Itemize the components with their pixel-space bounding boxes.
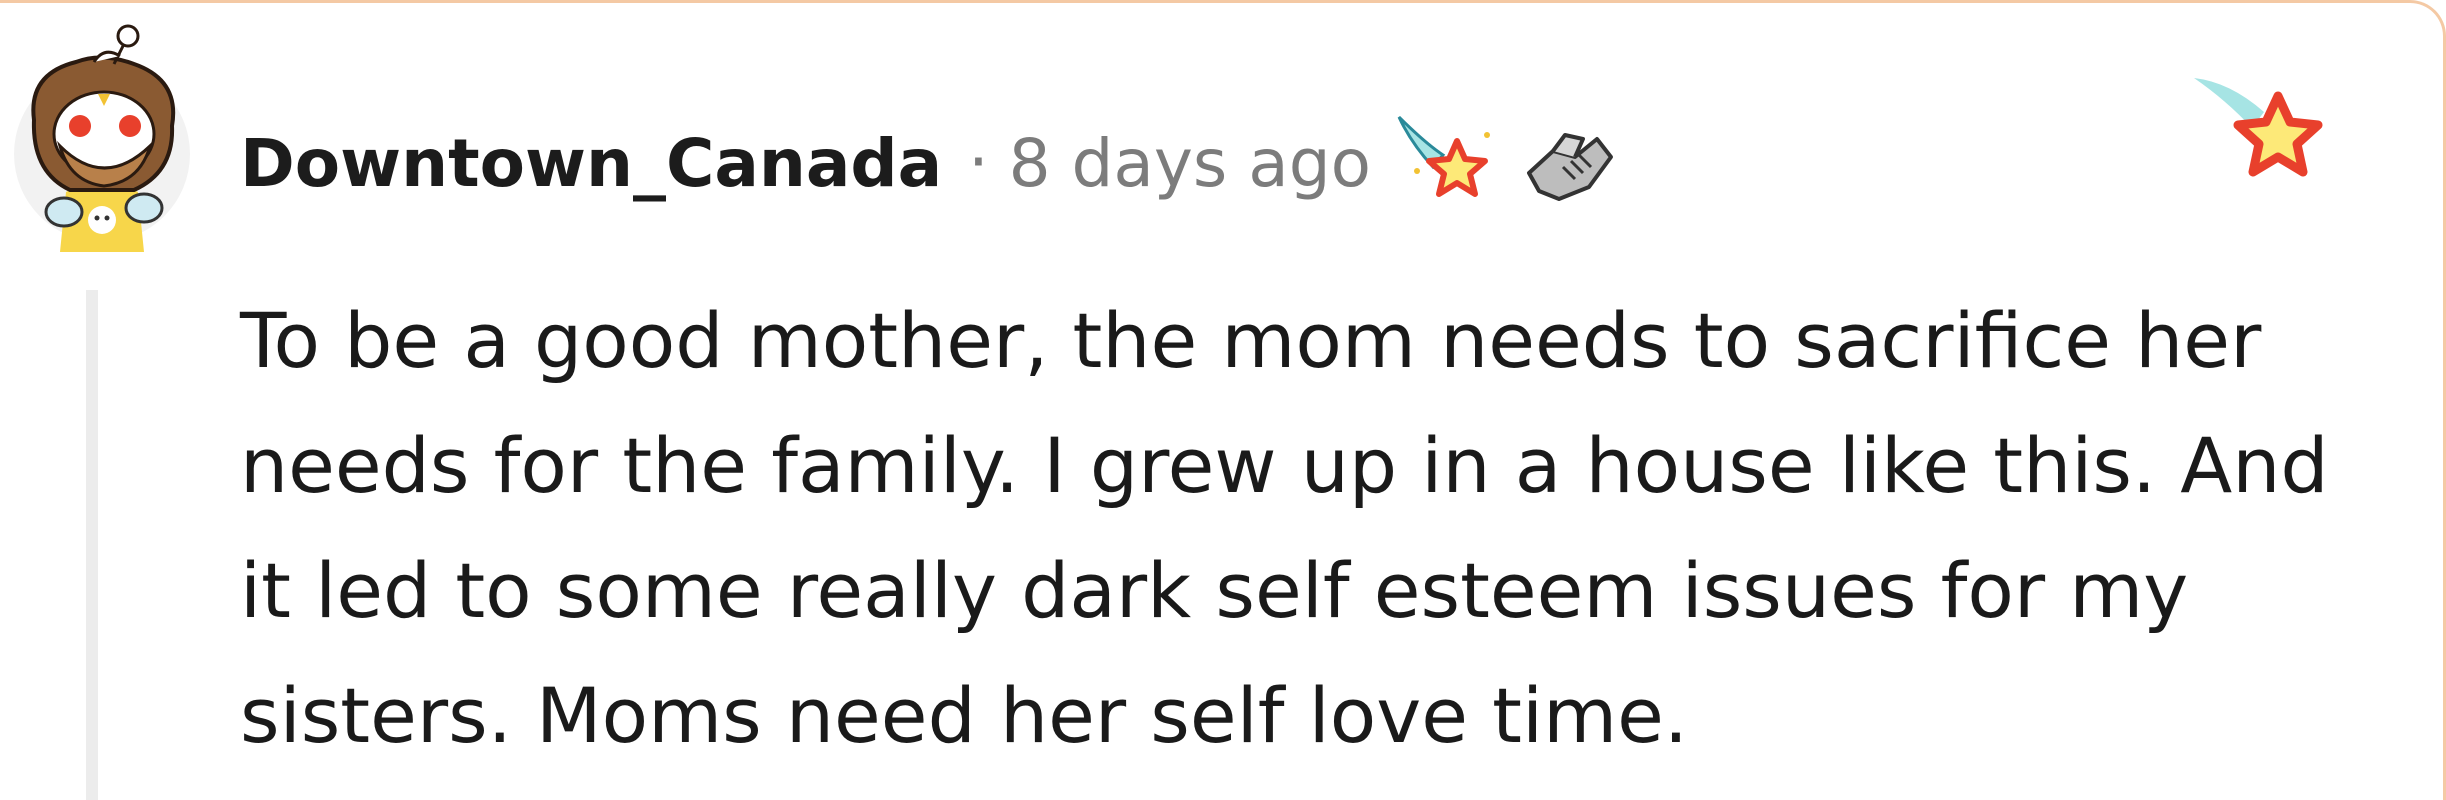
comment-header: Downtown_Canada · 8 days ago xyxy=(240,115,1619,209)
comment-text: To be a good mother, the mom needs to sa… xyxy=(240,296,2329,760)
timestamp[interactable]: 8 days ago xyxy=(1009,125,1371,202)
comment-body: To be a good mother, the mom needs to sa… xyxy=(240,278,2400,778)
handshake-award-icon[interactable] xyxy=(1519,117,1619,209)
user-avatar[interactable] xyxy=(14,22,190,252)
username-link[interactable]: Downtown_Canada xyxy=(240,125,942,202)
separator-dot: · xyxy=(968,126,989,200)
thread-line[interactable] xyxy=(86,290,98,800)
shooting-star-award-icon[interactable] xyxy=(1395,113,1495,213)
shooting-star-icon xyxy=(2190,70,2335,205)
